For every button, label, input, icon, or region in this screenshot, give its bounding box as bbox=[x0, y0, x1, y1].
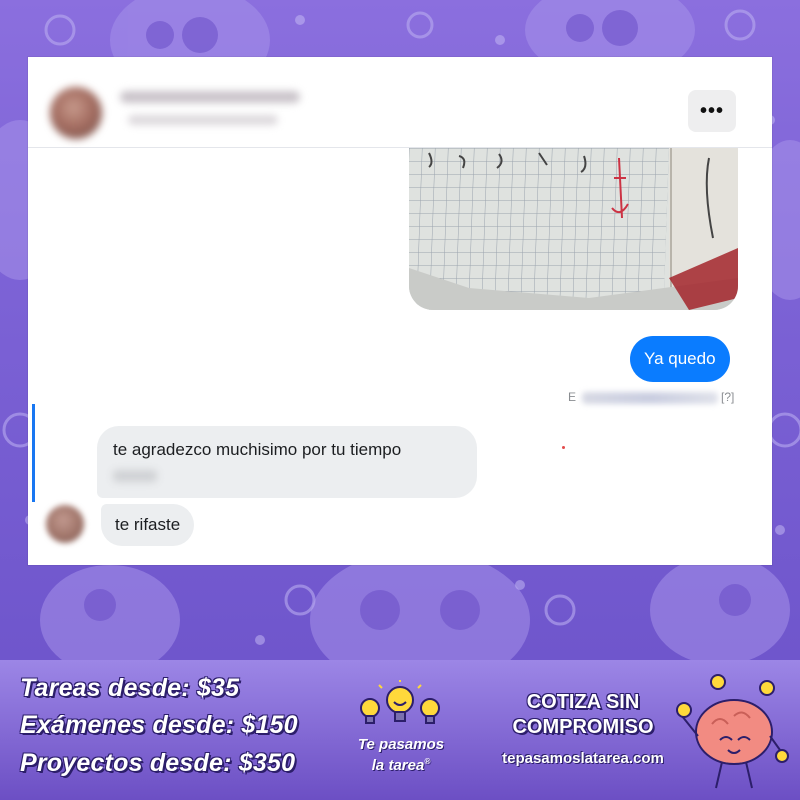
quote-call-to-action[interactable]: COTIZA SIN COMPROMISO bbox=[478, 690, 688, 740]
price-projects: Proyectos desde: $350 bbox=[20, 749, 296, 777]
promo-footer: Tareas desde: $35 Exámenes desde: $150 P… bbox=[0, 660, 800, 800]
more-horizontal-icon: ••• bbox=[699, 100, 724, 122]
cta-line-2: COMPROMISO bbox=[512, 716, 654, 738]
brand-line-1: Te pasamos bbox=[357, 736, 445, 753]
seen-by-status: E [?] bbox=[568, 390, 740, 406]
stray-dot bbox=[562, 446, 565, 449]
chat-header: ••• bbox=[28, 57, 772, 148]
seen-help-link[interactable]: [?] bbox=[721, 390, 734, 404]
incoming-message-bubble[interactable]: te agradezco muchisimo por tu tiempo bbox=[97, 426, 477, 498]
outgoing-message-bubble[interactable]: Ya quedo bbox=[630, 336, 730, 382]
notebook-photo-image bbox=[409, 148, 738, 310]
brand-logo-text: Te pasamos la tarea® bbox=[340, 736, 462, 774]
unread-highlight-bar bbox=[32, 404, 35, 502]
photo-message[interactable] bbox=[409, 148, 738, 310]
contact-avatar[interactable] bbox=[50, 87, 102, 139]
incoming-message-bubble-2[interactable]: te rifaste bbox=[101, 504, 195, 546]
price-exams: Exámenes desde: $150 bbox=[20, 711, 298, 739]
incoming-message-redacted bbox=[113, 470, 157, 482]
lightbulbs-logo-icon bbox=[360, 680, 440, 724]
price-homework: Tareas desde: $35 bbox=[20, 674, 240, 702]
cta-line-1: COTIZA SIN bbox=[526, 691, 640, 713]
incoming-message-text: te agradezco muchisimo por tu tiempo bbox=[113, 440, 402, 459]
more-options-button[interactable]: ••• bbox=[688, 90, 736, 132]
brand-line-2: la tarea bbox=[371, 757, 425, 774]
chat-window: ••• Ya quedo E [?] te agradezco muchisim… bbox=[28, 57, 772, 565]
registered-mark: ® bbox=[424, 757, 431, 766]
website-link[interactable]: tepasamoslatarea.com bbox=[470, 750, 696, 767]
seen-by-redacted bbox=[582, 392, 718, 404]
sender-avatar[interactable] bbox=[46, 505, 84, 543]
seen-prefix: E bbox=[568, 390, 577, 404]
contact-status-redacted bbox=[128, 115, 278, 125]
contact-name-redacted bbox=[120, 91, 300, 103]
brain-mascot-icon bbox=[676, 674, 789, 789]
